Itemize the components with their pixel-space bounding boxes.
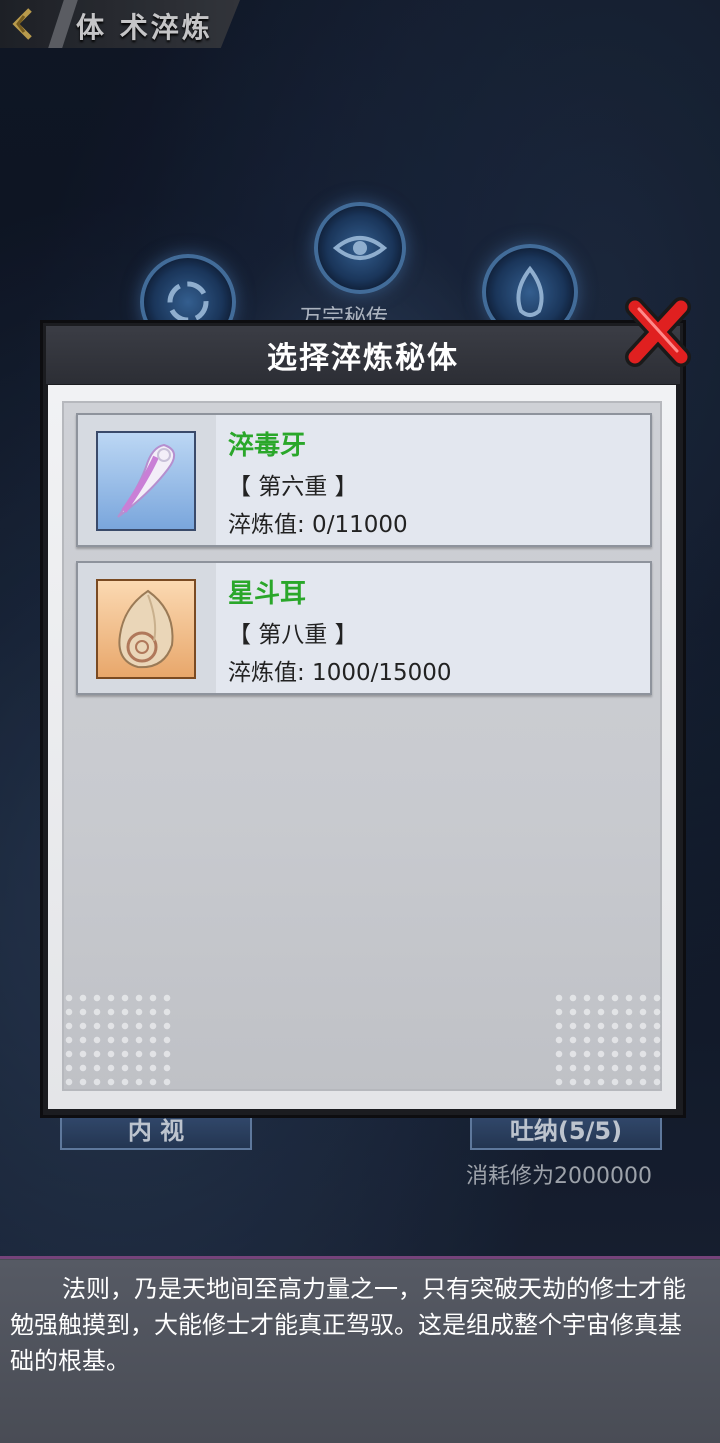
item-tier: 【 第八重 】 <box>228 622 358 648</box>
dialog-body: 淬毒牙 【 第六重 】 淬炼值: 0/11000 星斗耳 【 第八重 】 淬炼值… <box>48 385 676 1109</box>
dialog-title: 选择淬炼秘体 <box>267 341 459 376</box>
fang-icon <box>96 431 196 531</box>
decorative-dots <box>62 991 172 1091</box>
description-text: 法则，乃是天地间至高力量之一，只有突破天劫的修士才能勉强触摸到，大能修士才能真正… <box>10 1275 686 1375</box>
item-refine-value: 淬炼值: 1000/15000 <box>228 660 452 686</box>
item-name: 淬毒牙 <box>228 431 307 461</box>
close-x-icon <box>625 297 691 367</box>
item-icon-frame <box>78 415 216 545</box>
close-button[interactable] <box>624 296 692 368</box>
decorative-dots <box>552 991 662 1091</box>
item-name: 星斗耳 <box>228 579 307 609</box>
item-list[interactable]: 淬毒牙 【 第六重 】 淬炼值: 0/11000 星斗耳 【 第八重 】 淬炼值… <box>62 401 662 1091</box>
select-body-dialog: 选择淬炼秘体 淬毒牙 【 第六重 】 淬炼值: 0/11000 星斗耳 【 第八… <box>40 320 686 1118</box>
description-panel: 法则，乃是天地间至高力量之一，只有突破天劫的修士才能勉强触摸到，大能修士才能真正… <box>0 1256 720 1443</box>
item-icon-frame <box>78 563 216 693</box>
item-tier: 【 第六重 】 <box>228 474 358 500</box>
shell-ear-icon <box>96 579 196 679</box>
list-item[interactable]: 星斗耳 【 第八重 】 淬炼值: 1000/15000 <box>76 561 652 695</box>
item-refine-value: 淬炼值: 0/11000 <box>228 512 408 538</box>
dialog-header: 选择淬炼秘体 <box>46 326 680 384</box>
list-item[interactable]: 淬毒牙 【 第六重 】 淬炼值: 0/11000 <box>76 413 652 547</box>
